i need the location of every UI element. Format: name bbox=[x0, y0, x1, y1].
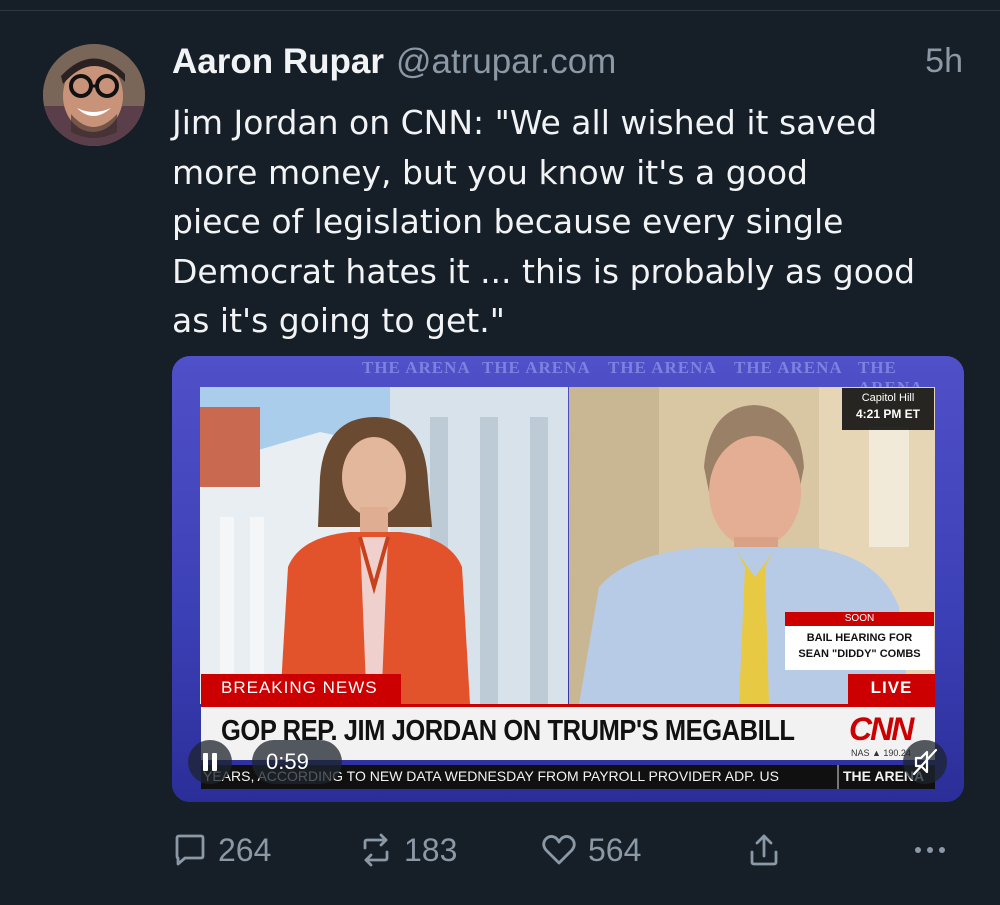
more-icon bbox=[915, 847, 945, 853]
repost-count: 183 bbox=[404, 831, 458, 868]
backdrop-text: THE ARENA bbox=[608, 358, 717, 377]
clock-label: 4:21 PM ET bbox=[855, 407, 921, 421]
divider bbox=[0, 10, 1000, 11]
video-timecode: 0:59 bbox=[252, 740, 342, 784]
like-icon bbox=[542, 835, 576, 865]
pause-button[interactable] bbox=[188, 740, 232, 784]
video-player[interactable]: THE ARENA THE ARENA THE ARENA THE ARENA … bbox=[172, 356, 964, 802]
author-name[interactable]: Aaron Rupar bbox=[172, 42, 384, 81]
location-tag: Capitol Hill 4:21 PM ET bbox=[842, 388, 934, 430]
post-text-line: as it's going to get." bbox=[172, 301, 505, 340]
more-button[interactable] bbox=[912, 828, 948, 872]
backdrop-text: THE ARENA bbox=[362, 358, 471, 377]
post-text-line: Democrat hates it ... this is probably a… bbox=[172, 251, 916, 291]
repost-button[interactable]: 183 bbox=[358, 828, 457, 872]
post-actions: 264 183 564 bbox=[172, 828, 962, 872]
breaking-news-label: BREAKING NEWS bbox=[201, 674, 401, 704]
repost-icon bbox=[363, 833, 389, 867]
like-count: 564 bbox=[588, 831, 642, 868]
avatar[interactable] bbox=[43, 44, 145, 146]
post-text: Jim Jordan on CNN: "We all wished it sav… bbox=[172, 98, 972, 346]
post-timestamp[interactable]: 5h bbox=[925, 42, 963, 81]
post-text-line: Jim Jordan on CNN: "We all wished it sav… bbox=[172, 103, 878, 142]
soon-label: SOON bbox=[785, 612, 934, 626]
anchor-feed bbox=[200, 387, 568, 704]
author-handle[interactable]: @atrupar.com bbox=[396, 42, 616, 81]
coming-up-box: SOON BAIL HEARING FOR SEAN "DIDDY" COMBS bbox=[785, 612, 934, 670]
reply-button[interactable]: 264 bbox=[172, 828, 271, 872]
soon-line: BAIL HEARING FOR bbox=[806, 632, 913, 644]
mute-icon bbox=[912, 748, 938, 776]
share-button[interactable] bbox=[746, 828, 782, 872]
post-text-line: piece of legislation because every singl… bbox=[172, 202, 844, 241]
reply-count: 264 bbox=[218, 831, 272, 868]
market-ticker: NAS ▲ 190.24 bbox=[851, 748, 911, 758]
post-text-line: more money, but you know it's a good bbox=[172, 152, 808, 192]
mute-button[interactable] bbox=[903, 740, 947, 784]
share-icon bbox=[750, 834, 778, 866]
backdrop-text: THE ARENA bbox=[482, 358, 591, 377]
backdrop-text: THE ARENA bbox=[734, 358, 843, 377]
location-label: Capitol Hill bbox=[861, 392, 915, 404]
like-button[interactable]: 564 bbox=[540, 828, 641, 872]
live-badge: LIVE bbox=[848, 674, 935, 704]
post-header: Aaron Rupar @atrupar.com 5h bbox=[172, 42, 966, 90]
reply-icon bbox=[175, 834, 205, 866]
soon-line: SEAN "DIDDY" COMBS bbox=[798, 648, 921, 660]
